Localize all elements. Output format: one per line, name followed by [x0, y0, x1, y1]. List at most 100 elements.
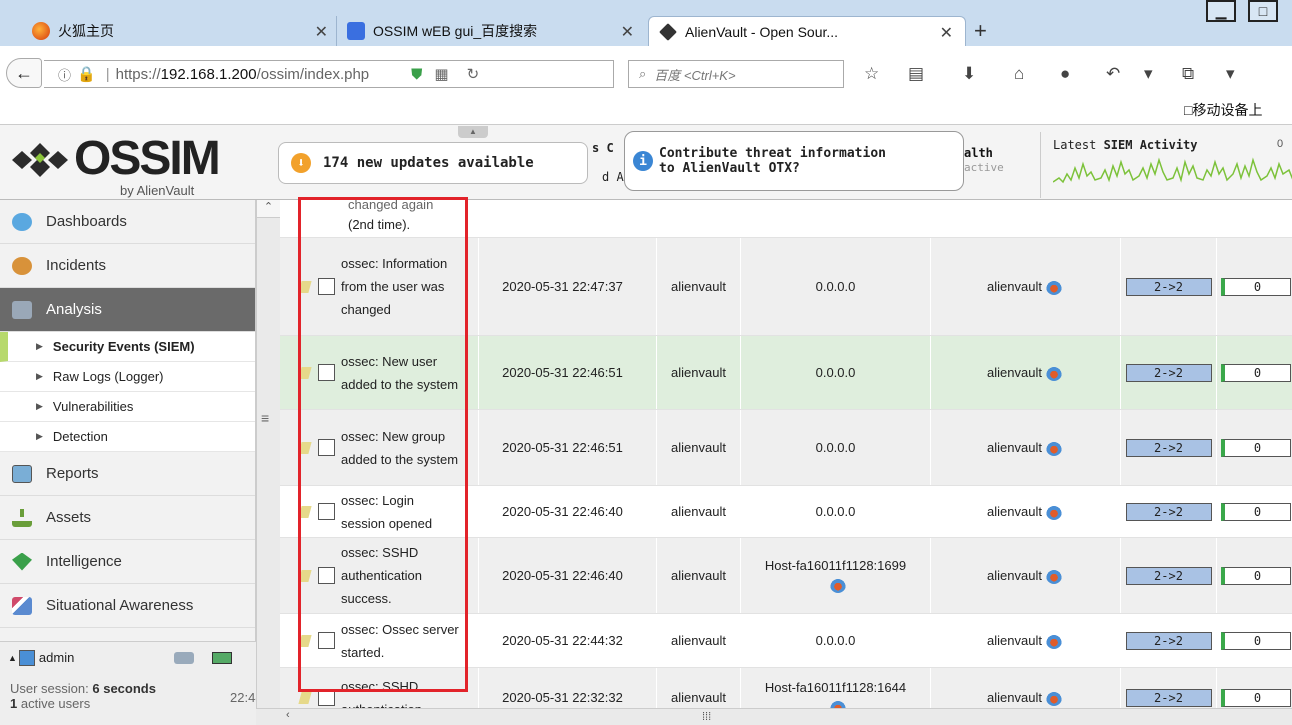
signature-text[interactable]: ossec: Information from the user was cha…: [341, 252, 461, 321]
menu-icon[interactable]: ▾: [1226, 64, 1235, 84]
edit-icon[interactable]: [298, 691, 312, 704]
edit-icon[interactable]: [298, 441, 312, 454]
destination-cell[interactable]: alienvault: [930, 668, 1118, 710]
signature-text[interactable]: ossec: Login session opened: [341, 489, 461, 535]
sidebar-subitem-detection[interactable]: ▶ Detection: [0, 422, 255, 452]
table-row[interactable]: ossec: Login session opened 2020-05-31 22…: [280, 486, 1292, 538]
host-icon[interactable]: [1045, 689, 1062, 706]
username[interactable]: admin: [39, 650, 74, 665]
sidebar-subitem-vulnerabilities[interactable]: ▶ Vulnerabilities: [0, 392, 255, 422]
back-button[interactable]: ←: [6, 58, 42, 88]
signature-text[interactable]: ossec: Ossec server started.: [341, 618, 461, 664]
sidebar-subitem-raw-logs[interactable]: ▶ Raw Logs (Logger): [0, 362, 255, 392]
source-cell[interactable]: Host-fa16011f1128:1644: [740, 668, 930, 710]
destination-cell[interactable]: alienvault: [930, 538, 1118, 613]
edit-icon[interactable]: [298, 366, 312, 379]
row-checkbox[interactable]: [318, 567, 335, 584]
undo-icon[interactable]: ↶: [1106, 64, 1120, 84]
edit-icon[interactable]: [298, 634, 312, 647]
bookmark-star-icon[interactable]: ☆: [864, 64, 879, 84]
scroll-up-icon[interactable]: ⌃: [257, 200, 280, 218]
row-checkbox[interactable]: [318, 632, 335, 649]
host-icon[interactable]: [1045, 503, 1062, 520]
horizontal-scrollbar[interactable]: ‹ ⁞⁞⁞: [256, 708, 1292, 725]
otx-notification[interactable]: i Contribute threat information to AlienV…: [624, 131, 964, 191]
sidebar-item-dashboards[interactable]: Dashboards: [0, 200, 255, 244]
signature-text[interactable]: ossec: SSHD authentication success.: [341, 541, 461, 610]
source-cell[interactable]: 0.0.0.0: [740, 410, 930, 485]
row-checkbox[interactable]: [318, 278, 335, 295]
host-icon[interactable]: [1045, 439, 1062, 456]
close-tab-icon[interactable]: ✕: [315, 22, 328, 42]
host-icon[interactable]: [1045, 632, 1062, 649]
destination-cell[interactable]: alienvault: [930, 336, 1118, 409]
host-icon[interactable]: [829, 577, 846, 593]
sidebar-item-reports[interactable]: Reports: [0, 452, 255, 496]
destination-cell[interactable]: alienvault: [930, 486, 1118, 537]
tab-firefox-home[interactable]: 火狐主页 ✕: [22, 16, 340, 46]
qr-code-icon[interactable]: ▦: [434, 65, 448, 83]
sensor-cell[interactable]: alienvault: [656, 238, 740, 335]
signature-text[interactable]: ossec: New user added to the system: [341, 350, 461, 396]
table-row[interactable]: ossec: Ossec server started. 2020-05-31 2…: [280, 614, 1292, 668]
url-bar[interactable]: ⓘ 🔒 | https:// 192.168.1.200 /ossim/inde…: [44, 60, 614, 88]
sensor-cell[interactable]: alienvault: [656, 668, 740, 710]
new-tab-button[interactable]: +: [974, 18, 987, 44]
sidebar-item-situational-awareness[interactable]: Situational Awareness: [0, 584, 255, 628]
system-health-widget[interactable]: alth active: [964, 146, 1034, 174]
source-cell[interactable]: 0.0.0.0: [740, 238, 930, 335]
scroll-grip-icon[interactable]: ⁞⁞⁞: [702, 711, 711, 723]
row-checkbox[interactable]: [318, 364, 335, 381]
sensor-cell[interactable]: alienvault: [656, 410, 740, 485]
chat-icon[interactable]: ●: [1060, 64, 1070, 84]
updates-notification[interactable]: ⬇ 174 new updates available: [278, 142, 588, 184]
source-cell[interactable]: 0.0.0.0: [740, 486, 930, 537]
table-row[interactable]: ossec: Information from the user was cha…: [280, 238, 1292, 336]
sidebar-item-assets[interactable]: Assets: [0, 496, 255, 540]
edit-icon[interactable]: [298, 505, 312, 518]
destination-cell[interactable]: alienvault: [930, 410, 1118, 485]
dropdown-icon[interactable]: ▾: [1144, 64, 1153, 84]
sensor-cell[interactable]: alienvault: [656, 336, 740, 409]
row-checkbox[interactable]: [318, 439, 335, 456]
sidebar-subitem-security-events[interactable]: ▶ Security Events (SIEM): [0, 332, 255, 362]
tab-alienvault[interactable]: AlienVault - Open Sour... ✕: [648, 16, 966, 46]
reload-icon[interactable]: ↻: [467, 65, 480, 83]
table-row[interactable]: ossec: New user added to the system 2020-…: [280, 336, 1292, 410]
sidebar-item-analysis[interactable]: Analysis: [0, 288, 255, 332]
collapse-header-button[interactable]: ▲: [458, 126, 488, 138]
edit-icon[interactable]: [298, 280, 312, 293]
minimize-button[interactable]: ▁: [1206, 0, 1236, 22]
host-icon[interactable]: [1045, 567, 1062, 584]
source-cell[interactable]: 0.0.0.0: [740, 614, 930, 667]
source-cell[interactable]: Host-fa16011f1128:1699: [740, 538, 930, 613]
row-checkbox[interactable]: [318, 689, 335, 706]
home-icon[interactable]: ⌂: [1014, 64, 1024, 84]
camera-icon[interactable]: [174, 651, 195, 664]
maximize-button[interactable]: □: [1248, 0, 1278, 22]
extension-icon[interactable]: ⧉: [1182, 64, 1194, 84]
sidebar-item-intelligence[interactable]: Intelligence: [0, 540, 255, 584]
source-cell[interactable]: 0.0.0.0: [740, 336, 930, 409]
sensor-cell[interactable]: alienvault: [656, 486, 740, 537]
mobile-bookmarks[interactable]: □移动设备上: [1184, 100, 1262, 120]
sidebar-item-incidents[interactable]: Incidents: [0, 244, 255, 288]
scroll-left-icon[interactable]: ‹: [286, 709, 290, 721]
host-icon[interactable]: [1045, 364, 1062, 381]
siem-activity-widget[interactable]: Latest SIEM Activity 0: [1040, 132, 1292, 198]
shield-icon[interactable]: ⛊: [411, 66, 422, 83]
close-tab-icon[interactable]: ✕: [621, 22, 634, 42]
host-icon[interactable]: [1045, 278, 1062, 295]
destination-cell[interactable]: alienvault: [930, 238, 1118, 335]
resize-grip-icon[interactable]: ≡: [261, 410, 269, 426]
signature-text[interactable]: ossec: SSHD authentication: [341, 675, 461, 711]
sidebar-scrollbar[interactable]: ⌃ ≡: [256, 200, 280, 710]
signature-text[interactable]: ossec: New group added to the system: [341, 425, 461, 471]
tab-baidu-search[interactable]: OSSIM wEB gui_百度搜索 ✕: [336, 16, 646, 46]
row-checkbox[interactable]: [318, 503, 335, 520]
sensor-cell[interactable]: alienvault: [656, 538, 740, 613]
table-row[interactable]: ossec: SSHD authentication success. 2020-…: [280, 538, 1292, 614]
reading-list-icon[interactable]: ▤: [908, 64, 924, 84]
table-row[interactable]: ossec: SSHD authentication 2020-05-31 22:…: [280, 668, 1292, 710]
table-row[interactable]: ossec: New group added to the system 2020…: [280, 410, 1292, 486]
